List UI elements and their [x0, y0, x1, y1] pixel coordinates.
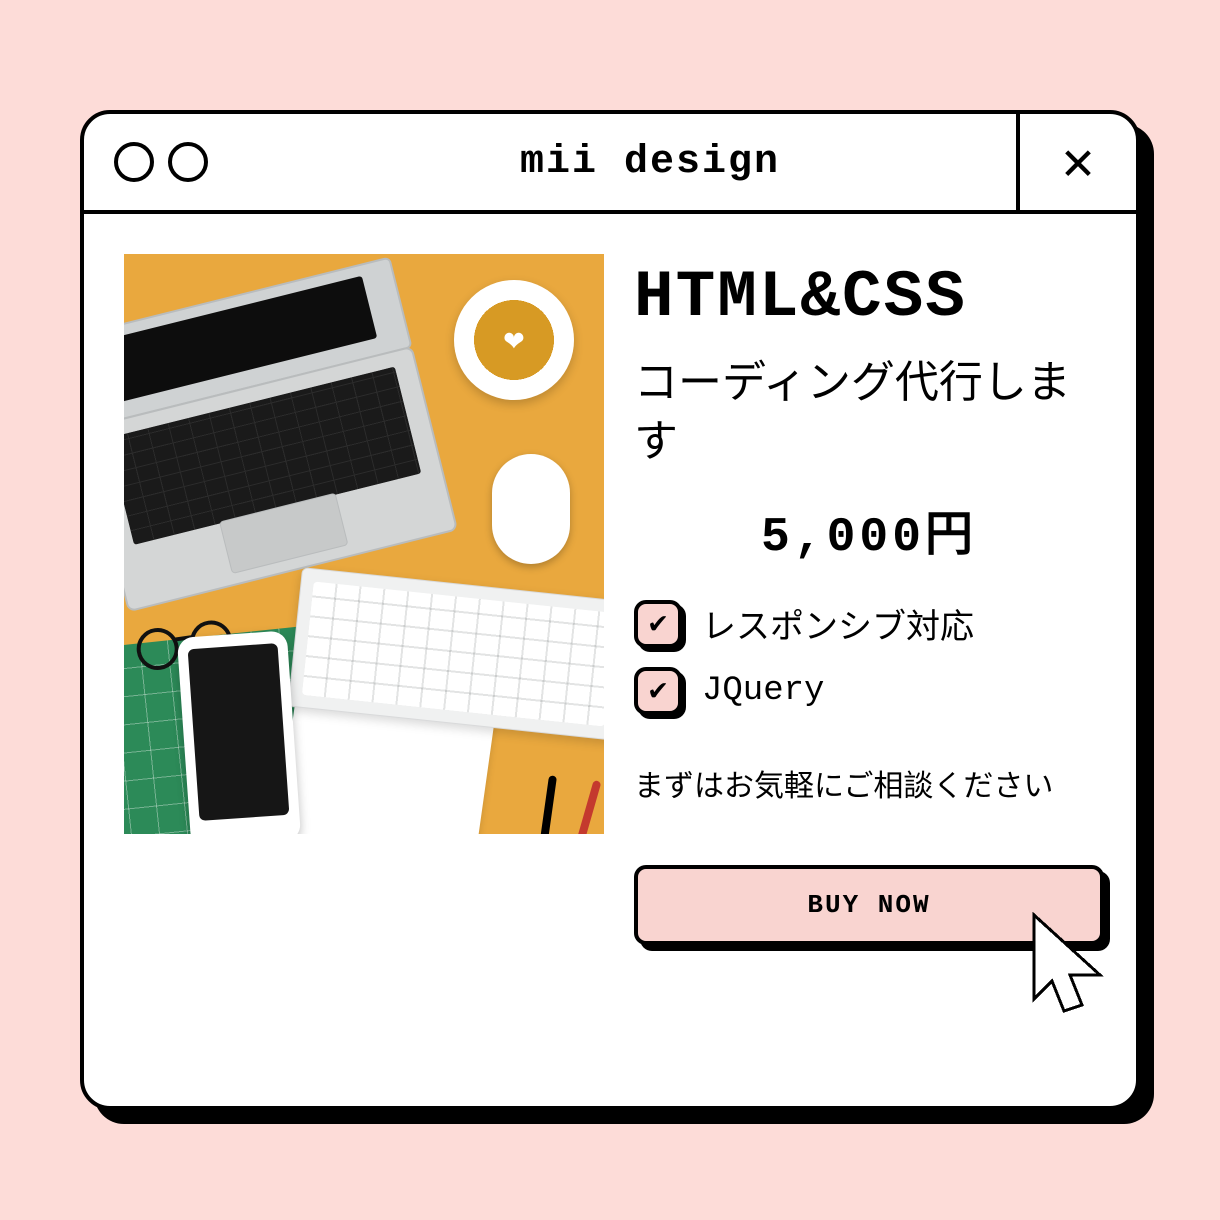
cursor-icon — [1020, 909, 1120, 1029]
feature-label: レスポンシブ対応 — [702, 599, 974, 649]
phone-icon — [177, 630, 301, 834]
buy-label: BUY NOW — [807, 890, 930, 920]
checkbox-icon: ✔ — [634, 600, 682, 648]
coffee-cup-icon — [454, 280, 574, 400]
dialog-window: mii design ✕ — [80, 110, 1140, 1110]
price: 5,000円 — [634, 494, 1104, 565]
window-dot-icon — [114, 142, 154, 182]
subtitle: コーディング代行します — [634, 353, 1104, 472]
desk-illustration — [124, 254, 604, 834]
note: まずはお気軽にご相談ください — [634, 761, 1104, 805]
window-dot-icon — [168, 142, 208, 182]
close-icon: ✕ — [1062, 129, 1095, 196]
heading: HTML&CSS — [634, 260, 1104, 335]
window-title: mii design — [284, 140, 1016, 185]
close-button[interactable]: ✕ — [1016, 114, 1136, 210]
feature-list: ✔ レスポンシブ対応 ✔ JQuery — [634, 599, 1104, 715]
checkbox-icon: ✔ — [634, 667, 682, 715]
feature-item: ✔ JQuery — [634, 667, 1104, 715]
laptop-icon — [124, 256, 448, 571]
window-dots — [84, 142, 284, 182]
titlebar: mii design ✕ — [84, 114, 1136, 214]
mouse-icon — [492, 454, 570, 564]
buy-wrap: BUY NOW — [634, 865, 1104, 945]
feature-item: ✔ レスポンシブ対応 — [634, 599, 1104, 649]
info-panel: HTML&CSS コーディング代行します 5,000円 ✔ レスポンシブ対応 ✔… — [634, 254, 1104, 945]
feature-label: JQuery — [702, 672, 824, 710]
content: HTML&CSS コーディング代行します 5,000円 ✔ レスポンシブ対応 ✔… — [84, 214, 1136, 945]
